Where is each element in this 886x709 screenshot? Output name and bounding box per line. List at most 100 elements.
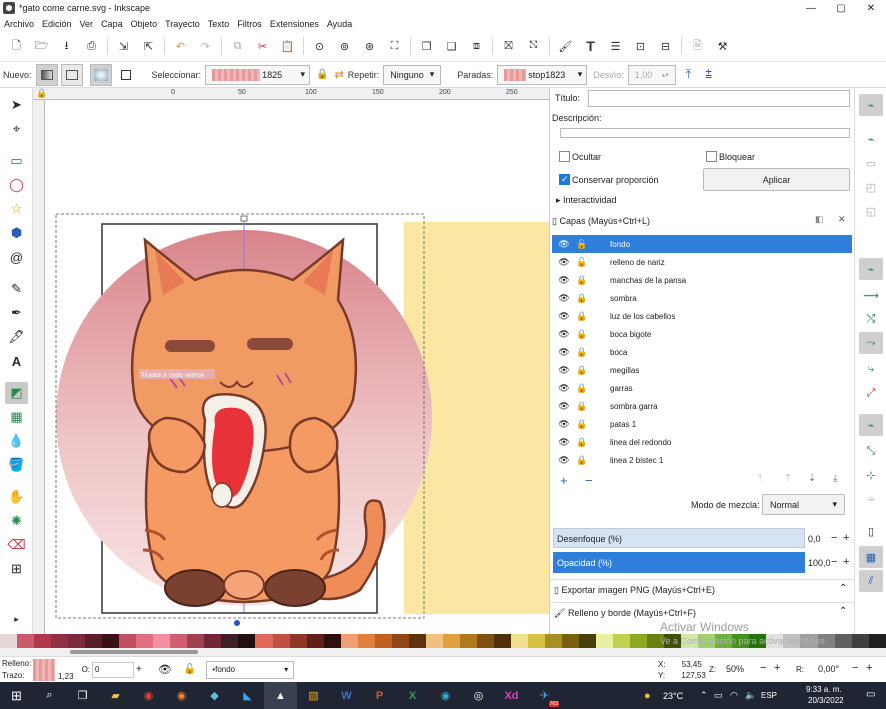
palette-swatch[interactable] bbox=[34, 634, 52, 648]
app-icon[interactable]: ◆ bbox=[198, 682, 231, 709]
palette-swatch[interactable] bbox=[119, 634, 137, 648]
menu-objeto[interactable]: Objeto bbox=[131, 19, 158, 29]
layer-row[interactable]: 👁 🔒 megillas bbox=[552, 361, 852, 379]
spray-tool-icon[interactable]: ✺ bbox=[5, 510, 28, 532]
eye-icon[interactable]: 👁 bbox=[558, 257, 570, 268]
opacity-input[interactable]: 0 bbox=[92, 661, 135, 678]
lock-icon[interactable]: 🔒 bbox=[576, 365, 588, 376]
menu-extensiones[interactable]: Extensiones bbox=[270, 19, 319, 29]
print-icon[interactable]: ⎙ bbox=[79, 34, 104, 59]
lock-icon[interactable]: 🔒 bbox=[576, 383, 588, 394]
calligraphy-tool-icon[interactable]: 🖋 bbox=[5, 326, 28, 348]
repeat-dropdown[interactable]: Ninguno ▾ bbox=[383, 64, 442, 85]
fill-stroke-header[interactable]: 🖌 Relleno y borde (Mayús+Ctrl+F) bbox=[554, 608, 696, 619]
lock-icon[interactable]: 🔒 bbox=[576, 455, 588, 466]
palette-swatch[interactable] bbox=[613, 634, 631, 648]
snap-enable-icon[interactable]: ⌁ bbox=[859, 94, 883, 116]
opacity-increase-icon[interactable]: + bbox=[136, 664, 142, 675]
mesh-tool-icon[interactable]: ▦ bbox=[5, 406, 28, 428]
eye-icon[interactable]: 👁 bbox=[558, 365, 570, 376]
menu-texto[interactable]: Texto bbox=[208, 19, 230, 29]
telegram-icon[interactable]: ✈ 763 bbox=[528, 682, 561, 709]
palette-swatch[interactable] bbox=[630, 634, 648, 648]
clone-icon[interactable]: ❏ bbox=[439, 34, 464, 59]
layer-raise-icon[interactable]: ⇡ bbox=[784, 473, 792, 484]
layer-row[interactable]: 👁 🔒 boca bbox=[552, 343, 852, 361]
layers-iconify-icon[interactable]: ◧ bbox=[815, 214, 824, 225]
export-png-header[interactable]: ▯ Exportar imagen PNG (Mayús+Ctrl+E) bbox=[554, 585, 715, 596]
lock-icon[interactable]: 🔒 bbox=[576, 329, 588, 340]
snap-intersections-icon[interactable]: ⤭ bbox=[859, 308, 883, 330]
search-icon[interactable]: ⌕ bbox=[33, 682, 66, 709]
text-tool-icon[interactable]: A bbox=[5, 350, 28, 372]
eye-icon[interactable]: 👁 bbox=[558, 437, 570, 448]
firefox-icon[interactable]: ◉ bbox=[165, 682, 198, 709]
snap-bbox-edges-icon[interactable]: ▭ bbox=[859, 152, 883, 174]
undo-icon[interactable]: ↶ bbox=[168, 34, 193, 59]
snap-bbox-icon[interactable]: ⌁ bbox=[859, 128, 883, 150]
snap-page-icon[interactable]: ▯ bbox=[859, 520, 883, 542]
snap-others-icon[interactable]: ⌁ bbox=[859, 414, 883, 436]
snap-bbox-midpoints-icon[interactable]: ◱ bbox=[859, 200, 883, 222]
left-foot[interactable] bbox=[164, 569, 226, 607]
opacity-increase-icon[interactable]: + bbox=[843, 556, 849, 568]
menu-archivo[interactable]: Archivo bbox=[4, 19, 34, 29]
paste-icon[interactable]: 📋 bbox=[275, 34, 300, 59]
fill-indicator[interactable] bbox=[33, 658, 55, 681]
lock-icon[interactable]: 🔒 bbox=[316, 69, 328, 80]
palette-swatch[interactable] bbox=[102, 634, 120, 648]
notifications-icon[interactable]: ▭ bbox=[866, 689, 875, 700]
palette-swatch[interactable] bbox=[187, 634, 205, 648]
blend-mode-dropdown[interactable]: Normal ▾ bbox=[762, 494, 845, 515]
palette-scrollbar[interactable] bbox=[0, 648, 886, 656]
palette-swatch[interactable] bbox=[136, 634, 154, 648]
snap-nodes-icon[interactable]: ⌁ bbox=[859, 258, 883, 280]
offset-spin[interactable]: 1,00 ▴▾ bbox=[627, 64, 676, 85]
new-document-icon[interactable]: 🗋 bbox=[4, 34, 29, 59]
layers-close-icon[interactable]: ✕ bbox=[838, 214, 846, 225]
layer-row[interactable]: 👁 🔒 linea 2 bistec 1 bbox=[552, 451, 852, 465]
layer-top-icon[interactable]: ⤒ bbox=[758, 473, 762, 484]
palette-swatch[interactable] bbox=[562, 634, 580, 648]
layer-row[interactable]: 👁 🔒 manchas de la pansa bbox=[552, 271, 852, 289]
opacity-decrease-icon[interactable]: − bbox=[831, 556, 837, 568]
snap-grid-icon[interactable]: ▦ bbox=[859, 546, 883, 568]
align-icon[interactable]: ⊟ bbox=[653, 34, 678, 59]
menu-capa[interactable]: Capa bbox=[101, 19, 123, 29]
blur-decrease-icon[interactable]: − bbox=[831, 532, 837, 544]
export-icon[interactable]: ⇱ bbox=[136, 34, 161, 59]
spiral-tool-icon[interactable]: @ bbox=[5, 246, 28, 268]
snap-cusp-icon[interactable]: ⤳ bbox=[859, 332, 883, 354]
xd-icon[interactable]: Xd bbox=[495, 682, 528, 709]
group-icon[interactable]: ⛝ bbox=[496, 34, 521, 59]
layer-row[interactable]: 👁 🔒 patas 1 bbox=[552, 415, 852, 433]
wifi-icon[interactable]: ◠ bbox=[730, 690, 738, 701]
reverse-gradient-icon[interactable]: ⇄ bbox=[335, 68, 344, 81]
opacidad-value[interactable]: 100,0 bbox=[808, 558, 831, 568]
windows-start-icon[interactable]: ⊞ bbox=[0, 682, 33, 709]
palette-swatch[interactable] bbox=[425, 634, 443, 648]
export-collapse-icon[interactable]: ⌃ bbox=[839, 583, 847, 594]
eye-icon[interactable]: 👁 bbox=[558, 455, 570, 466]
eye-icon[interactable]: 👁 bbox=[558, 275, 570, 286]
maximize-button[interactable]: ▢ bbox=[826, 0, 856, 16]
aplicar-button[interactable]: Aplicar bbox=[703, 168, 850, 191]
zoom-page-icon[interactable]: ⊛ bbox=[357, 34, 382, 59]
palette-swatch[interactable] bbox=[374, 634, 392, 648]
desenfoque-value[interactable]: 0,0 bbox=[808, 534, 821, 544]
star-tool-icon[interactable]: ☆ bbox=[5, 198, 28, 220]
rotation-decrease-icon[interactable]: − bbox=[852, 662, 858, 674]
eraser-tool-icon[interactable]: ⌫ bbox=[5, 534, 28, 556]
edge-icon[interactable]: ◉ bbox=[429, 682, 462, 709]
layer-bottom-icon[interactable]: ⤓ bbox=[833, 473, 837, 484]
tray-expand-icon[interactable]: ⌃ bbox=[700, 690, 708, 701]
palette-swatch[interactable] bbox=[204, 634, 222, 648]
gradient-select-dropdown[interactable]: 1825 ▾ bbox=[205, 64, 311, 85]
palette-swatch[interactable] bbox=[272, 634, 290, 648]
layer-row[interactable]: 👁 🔒 sombra garra bbox=[552, 397, 852, 415]
menu-ver[interactable]: Ver bbox=[80, 19, 94, 29]
layer-row[interactable]: 👁 🔒 garras bbox=[552, 379, 852, 397]
blur-increase-icon[interactable]: + bbox=[843, 532, 849, 544]
eye-icon[interactable]: 👁 bbox=[558, 293, 570, 304]
preferences-icon[interactable]: ⚒ bbox=[710, 34, 735, 59]
